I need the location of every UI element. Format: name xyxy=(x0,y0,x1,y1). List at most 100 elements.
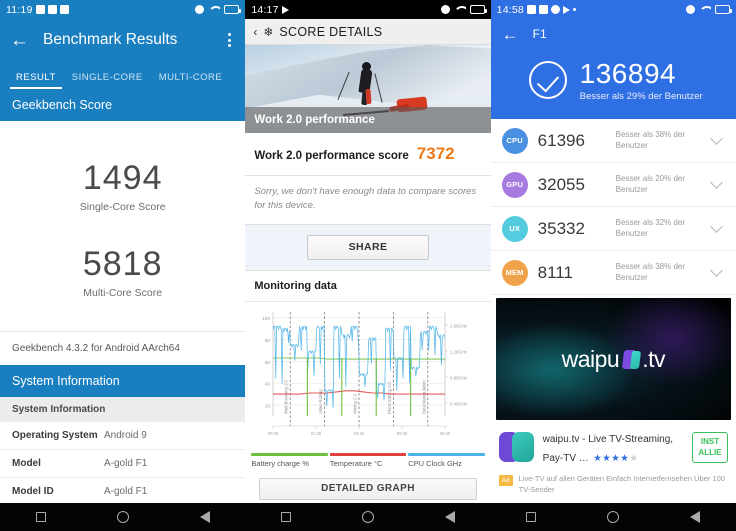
square-icon[interactable] xyxy=(280,512,291,522)
svg-text:60: 60 xyxy=(265,359,271,364)
status-time: 14:58 xyxy=(496,3,524,16)
page-title: F1 xyxy=(532,27,547,41)
panel-antutu: 14:58 ← F1 136894 Besser als 29% der Ben… xyxy=(490,0,736,531)
battery-icon xyxy=(469,5,487,14)
svg-text:20: 20 xyxy=(265,403,271,408)
score-description: Besser als 20% der Benutzer xyxy=(615,173,686,194)
share-button[interactable]: SHARE xyxy=(306,234,429,260)
score-description: Besser als 38% der Benutzer xyxy=(615,261,686,282)
score-label: Work 2.0 performance score xyxy=(254,150,409,162)
total-score-subtitle: Besser als 29% der Benutzer xyxy=(579,91,703,102)
section-header-geekbench-score: Geekbench Score xyxy=(0,89,246,121)
multi-core-score-label: Multi-Core Score xyxy=(83,287,163,299)
ux-badge-icon: UX xyxy=(501,215,528,242)
list-item[interactable]: GPU 32055 Besser als 20% der Benutzer xyxy=(490,163,736,207)
ad-blurb: Live-TV auf allen Geräten Einfach Intern… xyxy=(518,474,725,494)
score-value: 7372 xyxy=(416,144,455,163)
page-title: SCORE DETAILS xyxy=(279,24,383,39)
sim-icon xyxy=(59,5,69,14)
tab-result[interactable]: RESULT xyxy=(8,72,64,89)
subheader-system-information: System Information xyxy=(0,397,246,422)
svg-text:0.80GHz: 0.80GHz xyxy=(450,375,467,380)
vibrate-icon xyxy=(195,5,205,14)
total-score-value: 136894 xyxy=(579,58,677,89)
page-title: Benchmark Results xyxy=(43,31,178,48)
three-phone-screenshots: 11:19 ← Benchmark Results RESULT SINGLE-… xyxy=(0,0,736,531)
chevron-down-icon[interactable] xyxy=(710,132,723,145)
android-navbar-3 xyxy=(490,503,736,531)
play-icon xyxy=(562,5,570,14)
no-comparison-note: Sorry, we don't have enough data to comp… xyxy=(245,176,491,225)
dot-icon xyxy=(572,8,576,11)
back-icon[interactable]: ← xyxy=(502,26,519,43)
app-bar-antutu: ← F1 xyxy=(490,19,736,49)
circle-icon[interactable] xyxy=(116,511,129,523)
sd-icon xyxy=(47,5,57,14)
score-value: 61396 xyxy=(537,130,585,150)
row-key: Model ID xyxy=(12,486,54,497)
install-line-1: INST xyxy=(700,437,720,447)
rating-stars: ★★★★★ xyxy=(593,452,639,464)
panel-geekbench: 11:19 ← Benchmark Results RESULT SINGLE-… xyxy=(0,0,246,531)
install-line-2: ALLIE xyxy=(698,447,722,457)
status-bar-1: 11:19 xyxy=(0,0,246,19)
single-core-score-label: Single-Core Score xyxy=(79,201,166,213)
gpu-badge-icon: GPU xyxy=(501,171,528,198)
status-time: 14:17 xyxy=(251,3,279,16)
advertisement[interactable]: waipu .tv xyxy=(490,295,736,420)
app-bar-score-details: ‹ ❄ SCORE DETAILS xyxy=(245,19,491,45)
svg-text:00:00: 00:00 xyxy=(268,431,279,436)
photo-icon xyxy=(526,5,536,14)
table-row: Model ID A-gold F1 xyxy=(0,478,246,506)
app-bar-benchmark: ← Benchmark Results xyxy=(0,19,246,61)
install-button[interactable]: INST ALLIE xyxy=(691,432,728,463)
score-row: Work 2.0 performance score 7372 xyxy=(245,133,491,176)
circle-icon[interactable] xyxy=(607,511,620,523)
triangle-back-icon[interactable] xyxy=(445,511,456,523)
score-description: Besser als 38% der Benutzer xyxy=(615,129,686,150)
svg-text:0.40GHz: 0.40GHz xyxy=(450,401,467,406)
mem-badge-icon: MEM xyxy=(501,259,528,286)
overflow-menu-icon[interactable] xyxy=(224,31,235,49)
battery-icon xyxy=(714,5,732,14)
svg-text:03:20: 03:20 xyxy=(354,431,365,436)
app-icon xyxy=(498,430,534,465)
svg-text:1.20GHz: 1.20GHz xyxy=(450,349,467,354)
monitoring-data-header: Monitoring data xyxy=(245,269,491,302)
row-key: Model xyxy=(12,458,41,469)
list-item[interactable]: UX 35332 Besser als 32% der Benutzer xyxy=(490,207,736,251)
ad-info-row[interactable]: waipu.tv - Live TV-Streaming, Pay-TV … ★… xyxy=(490,420,736,470)
status-bar-2: 14:17 xyxy=(245,0,491,19)
play-icon xyxy=(281,5,289,14)
tab-single-core[interactable]: SINGLE-CORE xyxy=(64,72,151,89)
detailed-graph-button[interactable]: DETAILED GRAPH xyxy=(259,477,477,500)
square-icon[interactable] xyxy=(526,512,537,522)
back-icon[interactable]: ← xyxy=(10,31,29,50)
chevron-down-icon[interactable] xyxy=(710,176,723,189)
monitoring-chart-svg: 20 40 60 80 100 0.40GHz 0.80GHz 1.20GHz 1.60GHz W… xyxy=(263,311,467,436)
geekbench-version: Geekbench 4.3.2 for Android AArch64 xyxy=(0,331,246,365)
total-score-block: 136894 Besser als 29% der Benutzer xyxy=(490,49,736,119)
row-value: A-gold F1 xyxy=(104,458,148,469)
video-icon xyxy=(538,5,548,14)
tab-multi-core[interactable]: MULTI-CORE xyxy=(151,72,230,89)
chevron-down-icon[interactable] xyxy=(710,264,723,277)
ad-banner-image[interactable]: waipu .tv xyxy=(495,298,731,420)
table-row: Operating System Android 9 xyxy=(0,422,246,450)
chevron-down-icon[interactable] xyxy=(710,220,723,233)
hero-image-skier: Work 2.0 performance xyxy=(245,45,491,133)
square-icon[interactable] xyxy=(35,512,46,522)
triangle-back-icon[interactable] xyxy=(690,511,701,523)
list-item[interactable]: CPU 61396 Besser als 38% der Benutzer xyxy=(490,119,736,163)
legend-label: Battery charge % xyxy=(251,458,309,468)
list-item[interactable]: MEM 8111 Besser als 38% der Benutzer xyxy=(490,251,736,295)
circle-icon[interactable] xyxy=(361,511,374,523)
multi-core-score-value: 5818 xyxy=(82,245,163,283)
status-time: 11:19 xyxy=(6,3,33,16)
monitoring-chart: 20 40 60 80 100 0.40GHz 0.80GHz 1.20GHz 1.60GHz W… xyxy=(245,302,490,447)
back-icon[interactable]: ‹ xyxy=(253,25,257,39)
triangle-back-icon[interactable] xyxy=(199,511,210,523)
section-header-system-information: System Information xyxy=(0,365,246,397)
legend-item-battery: Battery charge % xyxy=(251,452,328,468)
ad-logo-text-left: waipu xyxy=(561,345,620,372)
